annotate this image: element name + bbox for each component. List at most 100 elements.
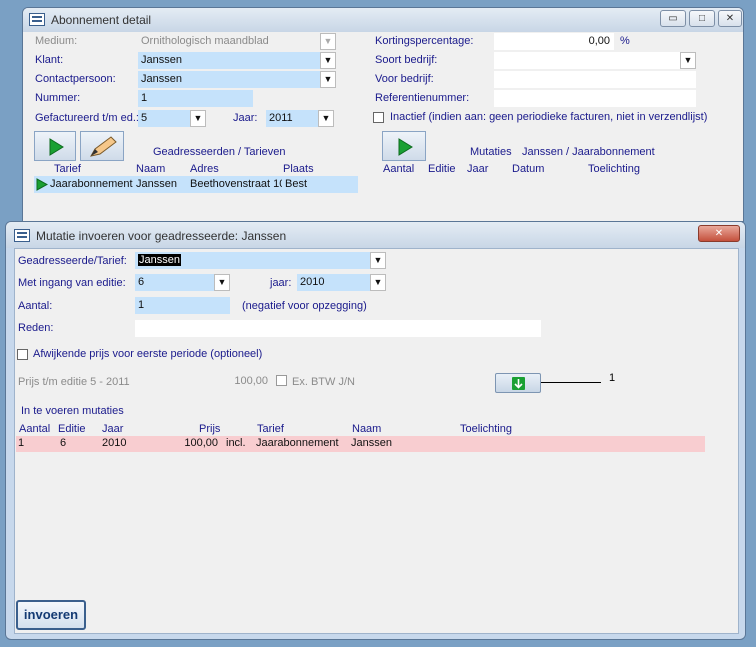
chevron-down-icon[interactable]: ▼ (320, 52, 336, 69)
afwijkende-checkbox[interactable] (17, 349, 28, 360)
col-adres: Adres (190, 163, 219, 175)
chevron-down-icon[interactable]: ▼ (680, 52, 696, 69)
klant-value: Janssen (141, 54, 182, 66)
korting-value: 0,00 (588, 35, 610, 47)
chevron-down-icon: ▼ (320, 33, 336, 50)
jaar-value: 2011 (269, 112, 293, 124)
main-title: Abonnement detail (51, 13, 152, 27)
medium-field: Ornithologisch maandblad ▼ (138, 33, 336, 50)
add-mutation-button[interactable] (495, 373, 541, 393)
list-col-jaar: Jaar (102, 423, 124, 435)
list-col-toelichting: Toelichting (460, 423, 512, 435)
dialog-jaar-select[interactable]: 2010 ▼ (297, 274, 386, 291)
aantal-field[interactable]: 1 (135, 297, 230, 314)
annotation-number: 1 (609, 372, 616, 384)
list-col-aantal: Aantal (19, 423, 51, 435)
mut-naam: Janssen (351, 437, 392, 449)
app-icon (14, 229, 30, 242)
referentie-field[interactable] (494, 90, 696, 107)
mutatie-play-button[interactable] (382, 131, 426, 161)
jaar-select[interactable]: 2011 ▼ (266, 110, 334, 127)
contactpersoon-select[interactable]: Janssen ▼ (138, 71, 336, 88)
play-button[interactable] (34, 131, 76, 161)
arrow-down-icon (512, 377, 525, 390)
nummer-field[interactable]: 1 (138, 90, 253, 107)
ingang-label: Met ingang van editie: (18, 277, 126, 289)
table-row[interactable]: Jaarabonnement Janssen Beethovenstraat 1… (34, 176, 358, 193)
col-aantal: Aantal (383, 163, 415, 175)
col-toelichting: Toelichting (588, 163, 640, 175)
nummer-value: 1 (141, 92, 148, 104)
geadresseerde-value: Janssen (138, 254, 181, 266)
dialog-title: Mutatie invoeren voor geadresseerde: Jan… (36, 229, 287, 243)
mut-tarief: Jaarabonnement (256, 437, 339, 449)
contactpersoon-value: Janssen (141, 73, 182, 85)
aantal-label: Aantal: (18, 300, 53, 312)
nummer-label: Nummer: (35, 92, 81, 104)
mut-aantal: 1 (18, 437, 25, 449)
dialog-jaar-label: jaar: (270, 277, 292, 289)
afwijkende-label: Afwijkende prijs voor eerste periode (op… (33, 348, 263, 360)
korting-field[interactable]: 0,00 (494, 33, 614, 50)
gefactureerd-select[interactable]: 5 ▼ (138, 110, 206, 127)
aantal-value: 1 (138, 299, 145, 311)
referentie-label: Referentienummer: (375, 92, 470, 104)
col-editie: Editie (428, 163, 456, 175)
list-col-editie: Editie (58, 423, 86, 435)
prijs-field: 100,00 (178, 373, 272, 390)
chevron-down-icon[interactable]: ▼ (320, 71, 336, 88)
klant-select[interactable]: Janssen ▼ (138, 52, 336, 69)
klant-label: Klant: (35, 54, 64, 66)
maximize-button[interactable]: □ (689, 10, 715, 27)
ingang-value: 6 (138, 276, 145, 288)
gefactureerd-value: 5 (141, 112, 148, 124)
mut-jaar: 2010 (102, 437, 127, 449)
contactpersoon-label: Contactpersoon: (35, 73, 116, 85)
gefactureerd-label: Gefactureerd t/m ed.: (35, 112, 139, 124)
pencil-icon (90, 136, 117, 157)
col-plaats: Plaats (283, 163, 314, 175)
jaar-label: Jaar: (233, 112, 258, 124)
row-plaats: Best (285, 178, 308, 190)
edit-button[interactable] (80, 131, 124, 161)
mutaties-list-title: In te voeren mutaties (21, 405, 124, 417)
col-tarief: Tarief (54, 163, 81, 175)
voor-bedrijf-label: Voor bedrijf: (375, 73, 434, 85)
app-icon (29, 13, 45, 26)
invoeren-button[interactable]: invoeren (16, 600, 86, 630)
soort-bedrijf-select[interactable]: ▼ (494, 52, 696, 69)
close-button[interactable]: ✕ (718, 10, 742, 27)
ex-btw-label: Ex. BTW J/N (292, 376, 355, 388)
mutaties-title: Mutaties (470, 146, 512, 158)
voor-bedrijf-field[interactable] (494, 71, 696, 88)
chevron-down-icon[interactable]: ▼ (370, 252, 386, 269)
chevron-down-icon[interactable]: ▼ (190, 110, 206, 127)
col-jaar: Jaar (467, 163, 489, 175)
reden-field[interactable] (135, 320, 541, 337)
dialog-close-button[interactable]: ✕ (698, 225, 740, 242)
prijs-value: 100,00 (234, 375, 268, 387)
chevron-down-icon[interactable]: ▼ (370, 274, 386, 291)
col-datum: Datum (512, 163, 545, 175)
mut-btw: incl. (226, 437, 246, 449)
inactief-label: Inactief (indien aan: geen periodieke fa… (390, 111, 708, 123)
chevron-down-icon[interactable]: ▼ (318, 110, 334, 127)
chevron-down-icon[interactable]: ▼ (214, 274, 230, 291)
korting-label: Kortingspercentage: (375, 35, 474, 47)
mut-prijs: 100,00 (184, 437, 218, 449)
geadresseerde-select[interactable]: Janssen ▼ (135, 252, 386, 269)
row-adres: Beethovenstraat 10 (190, 178, 282, 190)
table-row[interactable]: 1 6 2010 100,00 incl. Jaarabonnement Jan… (16, 436, 705, 452)
minimize-button[interactable]: ▭ (660, 10, 686, 27)
percent-sign: % (620, 35, 630, 47)
inactief-checkbox[interactable] (373, 112, 384, 123)
reden-label: Reden: (18, 322, 54, 334)
annotation-line (541, 382, 601, 383)
soort-bedrijf-label: Soort bedrijf: (375, 54, 438, 66)
mutaties-subtitle: Janssen / Jaarabonnement (522, 146, 655, 158)
row-tarief: Jaarabonnement (50, 178, 133, 190)
ingang-select[interactable]: 6 ▼ (135, 274, 230, 291)
dialog-jaar-value: 2010 (300, 276, 325, 288)
ex-btw-checkbox (276, 375, 287, 386)
geadresseerden-title: Geadresseerden / Tarieven (153, 146, 286, 158)
